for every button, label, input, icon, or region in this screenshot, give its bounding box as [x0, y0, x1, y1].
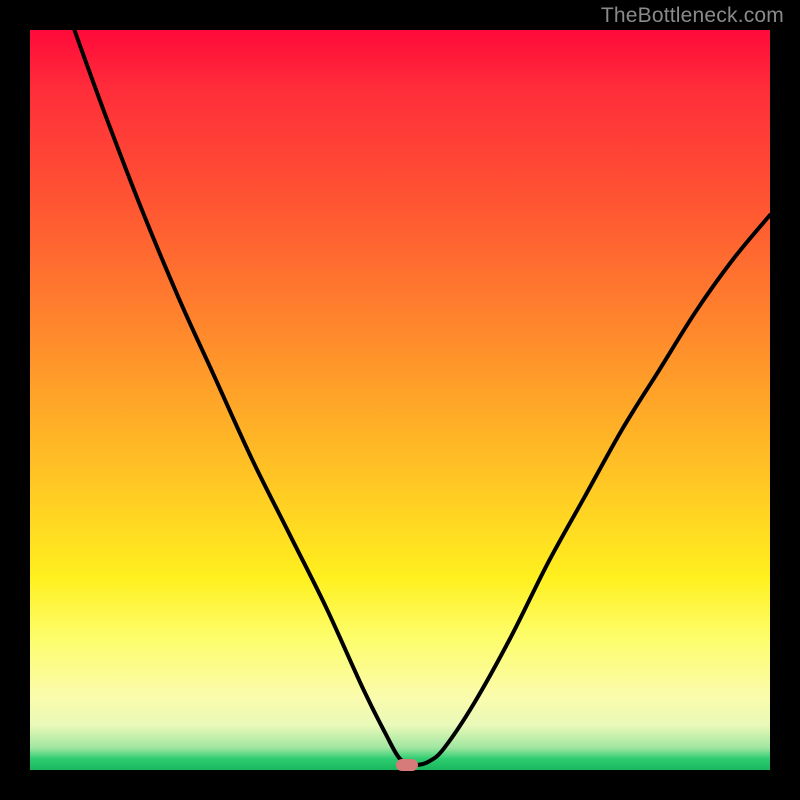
chart-frame: TheBottleneck.com	[0, 0, 800, 800]
bottleneck-curve	[30, 30, 770, 770]
plot-area	[30, 30, 770, 770]
minimum-marker	[396, 759, 418, 771]
curve-path	[74, 30, 770, 765]
watermark-text: TheBottleneck.com	[601, 4, 784, 28]
